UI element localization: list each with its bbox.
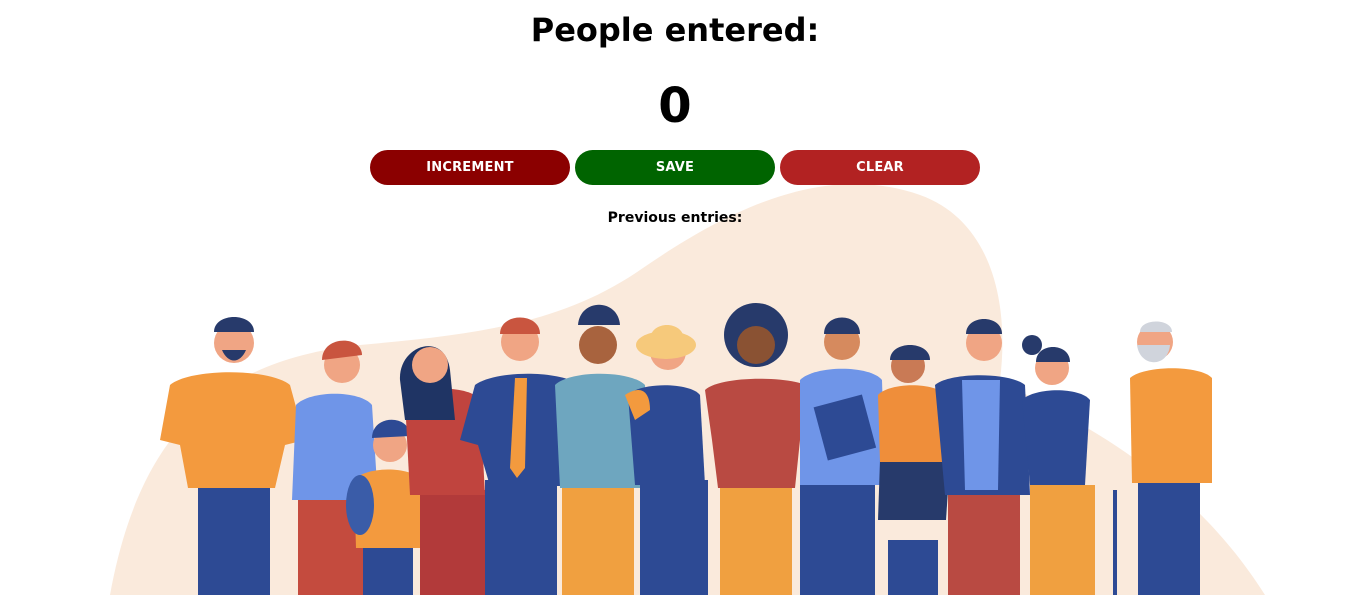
main-content: People entered: 0 INCREMENT SAVE CLEAR P… bbox=[0, 0, 1350, 227]
person-11 bbox=[1022, 335, 1095, 595]
counter-value: 0 bbox=[658, 78, 692, 134]
previous-entries-label: Previous entries: bbox=[607, 210, 743, 226]
button-row: INCREMENT SAVE CLEAR bbox=[0, 150, 1350, 185]
save-button[interactable]: SAVE bbox=[575, 150, 775, 185]
page-title: People entered: bbox=[530, 11, 820, 49]
clear-button[interactable]: CLEAR bbox=[780, 150, 980, 185]
increment-button[interactable]: INCREMENT bbox=[370, 150, 570, 185]
